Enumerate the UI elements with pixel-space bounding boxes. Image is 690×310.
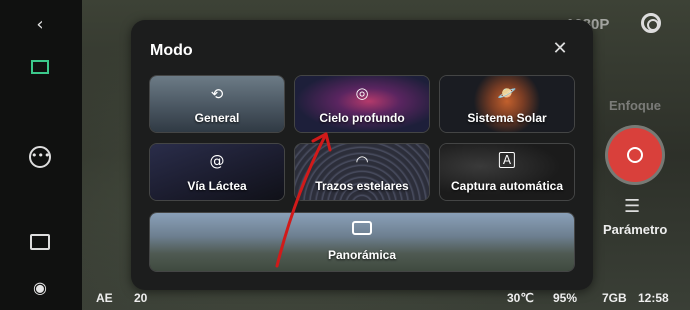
tile-label: Captura automática [450, 179, 564, 193]
back-chevron-icon[interactable]: ‹ [36, 14, 43, 35]
panorama-icon [352, 221, 372, 235]
parameter-label[interactable]: Parámetro [603, 222, 667, 237]
image-icon[interactable] [30, 234, 50, 250]
mode-tile-deep-sky[interactable]: ◎ Cielo profundo [294, 75, 430, 133]
spiral-galaxy-icon: @ [209, 152, 225, 170]
left-rail: ‹ ••• ◉ [0, 0, 82, 310]
mode-tile-panorama[interactable]: Panorámica [149, 212, 575, 272]
target-icon: ◎ [355, 84, 369, 102]
camera-switch-icon: ⟲ [210, 85, 224, 103]
mode-tile-milky-way[interactable]: @ Vía Láctea [149, 143, 285, 201]
mode-tile-general[interactable]: ⟲ General [149, 75, 285, 133]
mode-tile-star-trails[interactable]: ◠ Trazos estelares [294, 143, 430, 201]
tile-label: Cielo profundo [319, 111, 405, 125]
mode-ring-icon[interactable] [641, 13, 661, 33]
close-icon[interactable]: ✕ [550, 39, 570, 59]
ae-label: AE [96, 291, 113, 305]
tile-label: Sistema Solar [467, 111, 547, 125]
temperature-value: 30℃ [507, 291, 534, 305]
focus-label[interactable]: Enfoque [609, 98, 661, 113]
more-icon[interactable]: ••• [29, 146, 51, 168]
sliders-icon[interactable]: ☰ [624, 196, 640, 217]
tile-label: Panorámica [327, 248, 397, 262]
storage-value: 7GB [602, 291, 627, 305]
tile-label: General [194, 111, 240, 125]
mode-dialog: Modo ✕ ⟲ General ◎ Cielo profundo 🪐 Sist… [131, 20, 593, 290]
exposure-value: 20 [134, 291, 148, 305]
auto-capture-icon: A [498, 152, 516, 168]
tile-label: Trazos estelares [315, 179, 409, 193]
star-trails-icon: ◠ [355, 152, 369, 170]
status-bar: AE 20 30℃ 95% 7GB 12:58 [0, 286, 690, 310]
shutter-button[interactable] [608, 128, 662, 182]
gallery-icon[interactable] [31, 60, 49, 74]
mode-tile-auto-capture[interactable]: A Captura automática [439, 143, 575, 201]
time-value: 12:58 [638, 291, 669, 305]
planet-icon: 🪐 [497, 84, 517, 102]
tile-label: Vía Láctea [187, 179, 247, 193]
battery-value: 95% [553, 291, 578, 305]
dialog-title: Modo [150, 42, 193, 59]
mode-tile-solar-system[interactable]: 🪐 Sistema Solar [439, 75, 575, 133]
